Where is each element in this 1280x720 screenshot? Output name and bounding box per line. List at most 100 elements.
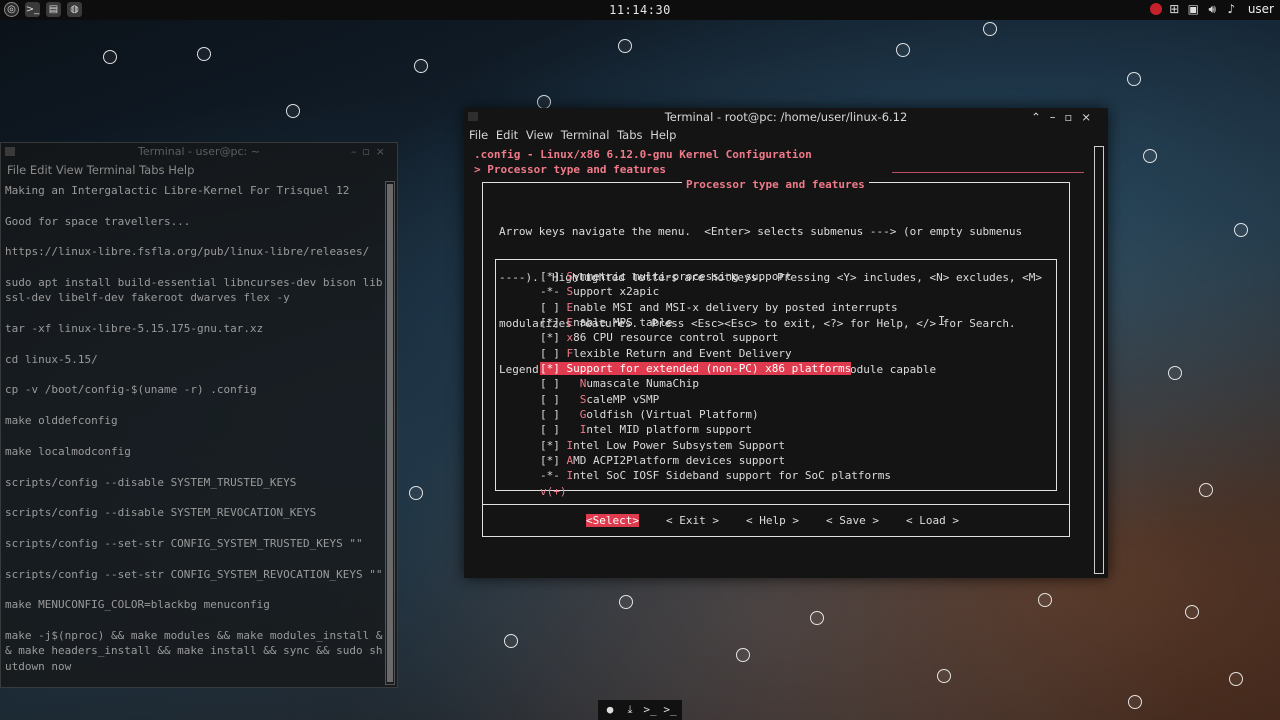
menuconfig-terminal-titlebar[interactable]: Terminal - root@pc: /home/user/linux-6.1… bbox=[464, 108, 1108, 126]
menuconfig-terminal-menubar: File Edit View Terminal Tabs Help bbox=[464, 126, 1108, 144]
wallpaper-bubble bbox=[537, 95, 551, 109]
config-option-text: -*- Intel SoC IOSF Sideband support for … bbox=[540, 469, 891, 482]
wallpaper-bubble bbox=[103, 50, 117, 64]
config-option-text: [*] Support for extended (non-PC) x86 pl… bbox=[540, 362, 852, 376]
wallpaper-bubble bbox=[618, 39, 632, 53]
terminal-window-icon bbox=[5, 147, 15, 156]
config-option[interactable]: [*] Support for extended (non-PC) x86 pl… bbox=[540, 361, 898, 376]
wallpaper-bubble bbox=[1143, 149, 1157, 163]
load-button[interactable]: < Load > bbox=[906, 514, 959, 527]
config-option[interactable]: [ ] Enable MSI and MSI-x delivery by pos… bbox=[540, 300, 898, 315]
terminal-line: Good for space travellers... bbox=[5, 214, 191, 228]
menu-view[interactable]: View bbox=[526, 128, 553, 142]
config-option[interactable]: [*] Intel Low Power Subsystem Support bbox=[540, 438, 898, 453]
config-option[interactable]: [ ] ScaleMP vSMP bbox=[540, 392, 898, 407]
menuconfig-terminal-window[interactable]: Terminal - root@pc: /home/user/linux-6.1… bbox=[464, 108, 1108, 578]
background-terminal-menubar: File Edit View Terminal Tabs Help bbox=[1, 161, 397, 179]
wallpaper-bubble bbox=[1229, 672, 1243, 686]
config-option-text: [*] Intel Low Power Subsystem Support bbox=[540, 439, 785, 452]
menu-edit[interactable]: Edit bbox=[496, 128, 518, 142]
options-list: [*] Symmetric multi-processing support -*… bbox=[540, 269, 898, 484]
config-option[interactable]: -*- Support x2apic bbox=[540, 284, 898, 299]
menu-file[interactable]: File bbox=[469, 128, 488, 142]
option-label: ntel Low Power Subsystem Support bbox=[573, 438, 786, 452]
config-option[interactable]: [*] Enable MPS table bbox=[540, 315, 898, 330]
background-terminal-window[interactable]: Terminal - user@pc: ~ –▫× File Edit View… bbox=[0, 142, 398, 688]
wallpaper-bubble bbox=[414, 59, 428, 73]
option-state: [*] bbox=[540, 316, 560, 330]
option-label: ntel SoC IOSF Sideband support for SoC p… bbox=[573, 469, 892, 483]
display-icon[interactable]: ▣ bbox=[1187, 2, 1200, 16]
option-state: [*] bbox=[540, 454, 560, 468]
terminal-line: tar -xf linux-libre-5.15.175-gnu.tar.xz bbox=[5, 322, 264, 336]
menu-terminal[interactable]: Terminal bbox=[561, 128, 610, 142]
wallpaper-bubble bbox=[1038, 593, 1052, 607]
config-option-text: [ ] Goldfish (Virtual Platform) bbox=[540, 408, 759, 421]
terminal-output[interactable]: Making an Intergalactic Libre-Kernel For… bbox=[5, 183, 383, 674]
user-menu[interactable]: user bbox=[1248, 2, 1274, 16]
select-button[interactable]: <Select> bbox=[586, 514, 639, 527]
config-option[interactable]: [ ] Intel MID platform support bbox=[540, 422, 898, 437]
breadcrumb: > Processor type and features bbox=[474, 163, 667, 176]
dock-download-icon[interactable]: ⤓ bbox=[623, 703, 637, 717]
dock-terminal-icon[interactable]: >_ bbox=[643, 703, 657, 717]
wallpaper-bubble bbox=[1199, 483, 1213, 497]
dock-app-icon[interactable]: ● bbox=[603, 703, 617, 717]
config-option[interactable]: -*- Intel SoC IOSF Sideband support for … bbox=[540, 468, 898, 483]
option-state: [*] bbox=[540, 438, 560, 452]
config-option[interactable]: [ ] Numascale NumaChip bbox=[540, 376, 898, 391]
menu-file[interactable]: File bbox=[7, 163, 26, 177]
record-indicator-icon[interactable] bbox=[1149, 3, 1162, 15]
option-state: -*- bbox=[540, 469, 560, 483]
terminal-scrollbar[interactable] bbox=[1094, 146, 1104, 574]
window-controls[interactable]: ⌃–▫× bbox=[1031, 108, 1100, 126]
background-terminal-title: Terminal - user@pc: ~ bbox=[138, 145, 260, 158]
config-option[interactable]: [ ] Goldfish (Virtual Platform) bbox=[540, 407, 898, 422]
network-icon[interactable]: ⊞ bbox=[1168, 2, 1181, 16]
config-option-text: [ ] ScaleMP vSMP bbox=[540, 393, 659, 406]
scrollbar-thumb[interactable] bbox=[387, 184, 393, 682]
option-label: ntel MID platform support bbox=[586, 423, 752, 437]
background-terminal-titlebar[interactable]: Terminal - user@pc: ~ –▫× bbox=[1, 143, 397, 161]
help-button[interactable]: < Help > bbox=[746, 514, 799, 527]
top-panel: ◎ >_ ▤ ◍ 11:14:30 ⊞ ▣ 🔊︎ ♪ user bbox=[0, 0, 1280, 20]
config-option-text: [*] Enable MPS table bbox=[540, 316, 672, 329]
save-button[interactable]: < Save > bbox=[826, 514, 879, 527]
option-state: [ ] bbox=[540, 392, 560, 406]
config-option[interactable]: [*] AMD ACPI2Platform devices support bbox=[540, 453, 898, 468]
dock-terminal-icon[interactable]: >_ bbox=[663, 703, 677, 717]
header-divider bbox=[892, 172, 1084, 173]
menu-tabs[interactable]: Tabs bbox=[617, 128, 642, 142]
window-controls[interactable]: –▫× bbox=[351, 143, 391, 161]
config-option[interactable]: [*] Symmetric multi-processing support bbox=[540, 269, 898, 284]
terminal-line: cp -v /boot/config-$(uname -r) .config bbox=[5, 383, 257, 397]
option-label: MD ACPI2Platform devices support bbox=[573, 454, 786, 468]
panel-clock[interactable]: 11:14:30 bbox=[0, 3, 1280, 17]
terminal-scrollbar[interactable] bbox=[385, 181, 395, 685]
wallpaper-bubble bbox=[1234, 223, 1248, 237]
terminal-line: utdown now bbox=[5, 659, 72, 673]
menu-view[interactable]: View bbox=[56, 163, 83, 177]
notifications-bell-icon[interactable]: ♪ bbox=[1225, 2, 1238, 16]
config-option[interactable]: [ ] Flexible Return and Event Delivery bbox=[540, 346, 898, 361]
menu-help[interactable]: Help bbox=[168, 163, 194, 177]
exit-button[interactable]: < Exit > bbox=[666, 514, 719, 527]
volume-icon[interactable]: 🔊︎ bbox=[1206, 2, 1219, 16]
option-label: upport for extended (non-PC) x86 platfor… bbox=[573, 362, 852, 376]
menu-terminal[interactable]: Terminal bbox=[87, 163, 136, 177]
option-state: [ ] bbox=[540, 408, 560, 422]
wallpaper-bubble bbox=[896, 43, 910, 57]
menu-help[interactable]: Help bbox=[650, 128, 676, 142]
option-state: [ ] bbox=[540, 423, 560, 437]
config-option[interactable]: [*] x86 CPU resource control support bbox=[540, 330, 898, 345]
option-label: ymmetric multi-processing support bbox=[573, 270, 792, 283]
menu-tabs[interactable]: Tabs bbox=[139, 163, 164, 177]
terminal-line: sudo apt install build-essential libncur… bbox=[5, 276, 383, 290]
menu-edit[interactable]: Edit bbox=[30, 163, 52, 177]
